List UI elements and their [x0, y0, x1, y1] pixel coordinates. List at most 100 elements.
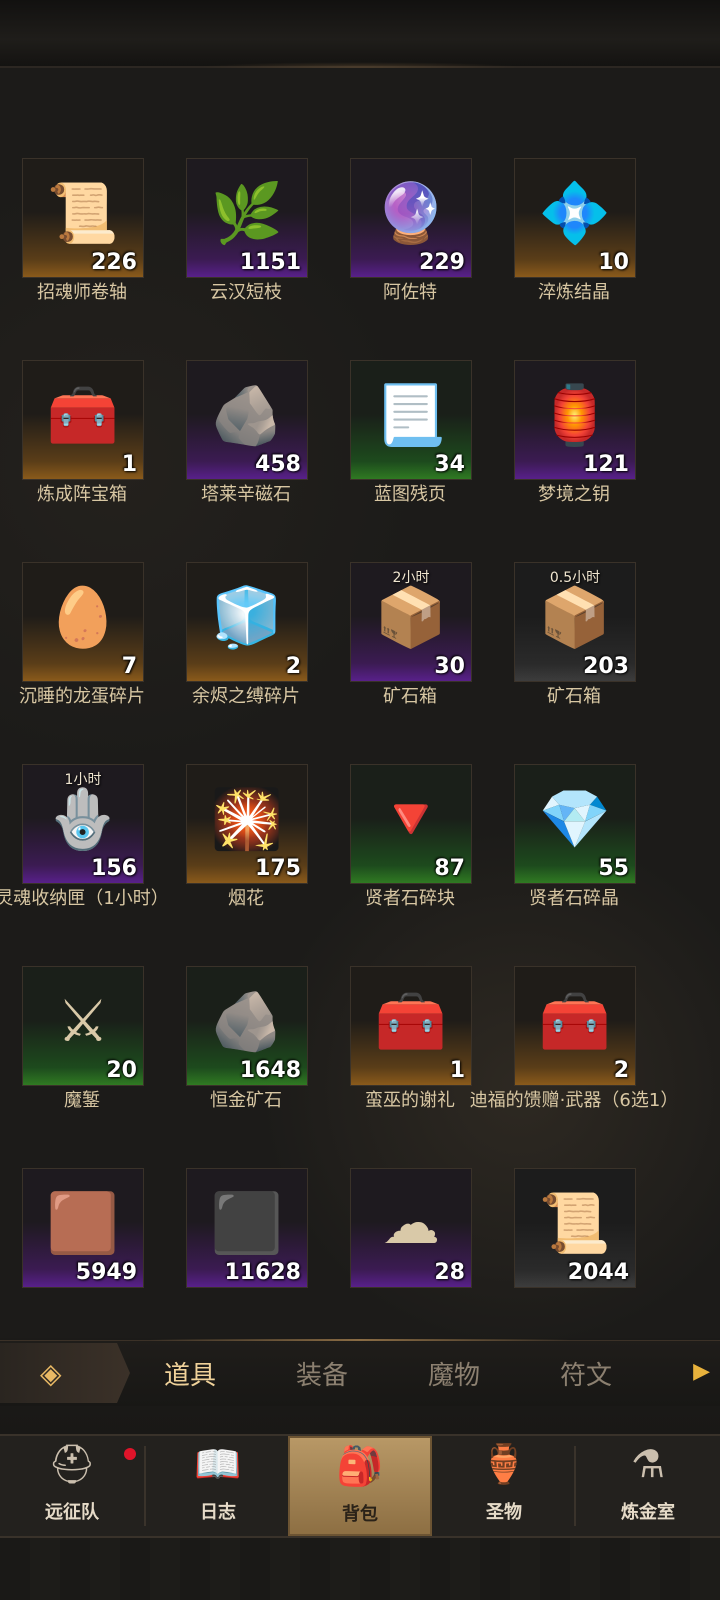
inventory-item[interactable]: 🟫 5949	[0, 1168, 144, 1368]
nav-journal[interactable]: 📖 日志	[146, 1436, 290, 1536]
inventory-item[interactable]: 🪬 1小时 156 灵魂收纳匣（1小时）	[0, 764, 169, 964]
branch-icon: 🌿	[210, 179, 284, 247]
inventory-item[interactable]: ☁ 28	[302, 1168, 472, 1368]
inventory-item[interactable]: 📜 2044	[466, 1168, 636, 1368]
red-shards-icon: 🔻	[374, 785, 448, 853]
inventory-item[interactable]: 📃 34 蓝图残页	[302, 360, 472, 560]
item-slot[interactable]: 🔮 229	[350, 158, 472, 278]
item-slot[interactable]: 🧰 1	[350, 966, 472, 1086]
tab-items[interactable]: 道具	[164, 1355, 216, 1392]
red-crystals-icon: 💎	[538, 785, 612, 853]
nav-label: 背包	[342, 1504, 378, 1525]
item-slot[interactable]: 📜 2044	[514, 1168, 636, 1288]
item-slot[interactable]: 📃 34	[350, 360, 472, 480]
item-count: 156	[91, 856, 137, 881]
tab-runes[interactable]: 符文	[560, 1355, 612, 1392]
tab-monsters[interactable]: 魔物	[428, 1355, 480, 1392]
item-count: 226	[91, 250, 137, 275]
item-slot[interactable]: ☁ 28	[350, 1168, 472, 1288]
item-slot[interactable]: 🧰 2	[514, 966, 636, 1086]
nav-relics[interactable]: 🏺 圣物	[432, 1436, 576, 1536]
backpack-icon: 🎒	[336, 1444, 384, 1488]
item-slot[interactable]: 🪨 1648	[186, 966, 308, 1086]
item-timer: 0.5小时	[549, 570, 601, 586]
lodestone-icon: 🪨	[210, 381, 284, 449]
category-tab-bar: ◈ 道具 装备 魔物 符文 ▶	[0, 1339, 720, 1408]
inventory-item[interactable]: 🏮 121 梦境之钥	[466, 360, 636, 560]
item-timer: 1小时	[64, 772, 102, 788]
tab-equipment[interactable]: 装备	[296, 1355, 348, 1392]
inventory-item[interactable]: 🎇 175 烟花	[138, 764, 308, 964]
crystal-vial-icon: 🔮	[374, 179, 448, 247]
inventory-item[interactable]: 🌿 1151 云汉短枝	[138, 158, 308, 358]
item-count: 5949	[75, 1260, 137, 1285]
green-lantern-icon: 🏮	[538, 381, 612, 449]
item-count: 203	[583, 654, 629, 679]
inventory-item[interactable]: 🧰 1 蛮巫的谢礼	[302, 966, 472, 1166]
nav-backpack[interactable]: 🎒 背包	[288, 1436, 432, 1536]
item-slot[interactable]: 📦 2小时 30	[350, 562, 472, 682]
item-count: 20	[106, 1058, 137, 1083]
nav-label: 远征队	[45, 1502, 99, 1523]
inventory-panel: 📜 226 招魂师卷轴 🌿 1151 云汉短枝 🔮 229 阿佐特 💠 10 淬炼结晶 🧰 1 炼成阵宝箱 🪨…	[0, 68, 720, 1338]
item-slot[interactable]: ⚔ 20	[22, 966, 144, 1086]
item-slot[interactable]: 🎇 175	[186, 764, 308, 884]
arrow-diamond-icon: ◈	[40, 1357, 62, 1390]
item-slot[interactable]: 🏮 121	[514, 360, 636, 480]
green-ore-icon: 🪨	[210, 987, 284, 1055]
inventory-item[interactable]: 📦 0.5小时 203 矿石箱	[466, 562, 636, 762]
item-count: 10	[598, 250, 629, 275]
copper-ore-icon: 🟫	[46, 1189, 120, 1257]
inventory-item[interactable]: 🔻 87 贤者石碎块	[302, 764, 472, 964]
inventory-item[interactable]: 📦 2小时 30 矿石箱	[302, 562, 472, 762]
relic-chalice-icon: 🏺	[480, 1442, 528, 1486]
treasure-chest-icon: 🧰	[538, 987, 612, 1055]
inventory-item[interactable]: 🪨 458 塔莱辛磁石	[138, 360, 308, 560]
inventory-item[interactable]: ⚔ 20 魔錾	[0, 966, 144, 1166]
inventory-item[interactable]: 💎 55 贤者石碎晶	[466, 764, 636, 964]
alchemy-icon: ⚗	[630, 1442, 666, 1486]
nav-alchemy[interactable]: ⚗ 炼金室	[576, 1436, 720, 1536]
item-slot[interactable]: 📦 0.5小时 203	[514, 562, 636, 682]
treasure-chest-icon: 🧰	[374, 987, 448, 1055]
item-slot[interactable]: 💎 55	[514, 764, 636, 884]
item-count: 2	[285, 654, 301, 679]
item-slot[interactable]: 💠 10	[514, 158, 636, 278]
item-slot[interactable]: 🔻 87	[350, 764, 472, 884]
ore-crate-icon: 📦	[538, 583, 612, 651]
item-count: 121	[583, 452, 629, 477]
item-count: 1	[449, 1058, 465, 1083]
inventory-item[interactable]: ⬛ 11628	[138, 1168, 308, 1368]
item-slot[interactable]: 🧰 1	[22, 360, 144, 480]
item-slot[interactable]: ⬛ 11628	[186, 1168, 308, 1288]
item-count: 1151	[239, 250, 301, 275]
item-slot[interactable]: 🌿 1151	[186, 158, 308, 278]
item-name: 贤者石碎晶	[529, 888, 619, 909]
item-count: 2	[613, 1058, 629, 1083]
item-slot[interactable]: 🟫 5949	[22, 1168, 144, 1288]
inventory-item[interactable]: 🔮 229 阿佐特	[302, 158, 472, 358]
inventory-item[interactable]: 🪨 1648 恒金矿石	[138, 966, 308, 1166]
chevron-right-icon[interactable]: ▶	[693, 1359, 710, 1384]
item-slot[interactable]: 🥚 7	[22, 562, 144, 682]
item-count: 11628	[224, 1260, 301, 1285]
item-slot[interactable]: 📜 226	[22, 158, 144, 278]
item-slot[interactable]: 🪨 458	[186, 360, 308, 480]
item-count: 2044	[567, 1260, 629, 1285]
inventory-item[interactable]: 🥚 7 沉睡的龙蛋碎片	[0, 562, 145, 762]
ember-shard-icon: 🧊	[210, 583, 284, 651]
item-slot[interactable]: 🧊 2	[186, 562, 308, 682]
item-count: 28	[434, 1260, 465, 1285]
tab-back-button[interactable]: ◈	[0, 1343, 130, 1403]
inventory-item[interactable]: 🧰 1 炼成阵宝箱	[0, 360, 144, 560]
firework-icon: 🎇	[210, 785, 284, 853]
item-slot[interactable]: 🪬 1小时 156	[22, 764, 144, 884]
nav-expedition[interactable]: ⛑ 远征队	[0, 1436, 144, 1536]
ore-crate-icon: 📦	[374, 583, 448, 651]
inventory-item[interactable]: 💠 10 淬炼结晶	[466, 158, 636, 358]
inventory-item[interactable]: 📜 226 招魂师卷轴	[0, 158, 144, 358]
soul-box-icon: 🪬	[46, 785, 120, 853]
inventory-item[interactable]: 🧰 2 迪福的馈赠·武器（6选1）	[466, 966, 678, 1166]
inventory-item[interactable]: 🧊 2 余烬之缚碎片	[138, 562, 308, 762]
item-name: 梦境之钥	[538, 484, 610, 505]
